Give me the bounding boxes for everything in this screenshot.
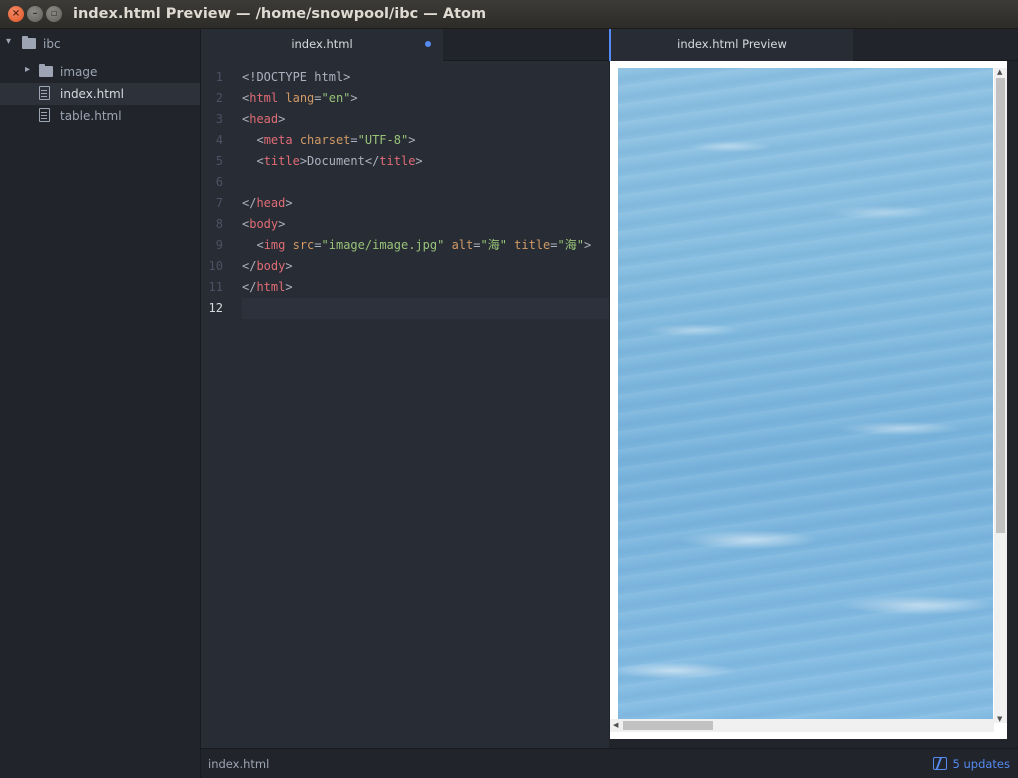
package-icon <box>932 757 947 770</box>
line-number: 12 <box>208 301 223 315</box>
horizontal-scrollbar[interactable]: ◀ <box>610 719 994 732</box>
code-line[interactable]: <html lang="en"> <box>242 88 609 109</box>
editor-tab-bar: index.html <box>201 29 609 61</box>
code-line[interactable] <box>242 298 609 319</box>
folder-icon <box>39 64 53 77</box>
line-number: 11 <box>208 280 223 294</box>
tree-item-table-html[interactable]: table.html <box>0 105 200 127</box>
editor-pane: index.html 1 2 3 4 5 6 7 8 9 10 11 12 <!DOCTYPE htm… <box>201 29 609 748</box>
scroll-up-arrow-icon[interactable]: ▲ <box>997 68 1002 76</box>
code-line[interactable]: <title>Document</title> <box>242 151 609 172</box>
window-title: index.html Preview — /home/snowpool/ibc … <box>73 6 487 22</box>
status-bar: index.html 5 updates <box>201 748 1018 778</box>
file-text-icon <box>39 86 50 100</box>
code-line[interactable]: <body> <box>242 214 609 235</box>
line-number: 3 <box>215 112 223 126</box>
vertical-scroll-thumb[interactable] <box>996 78 1005 533</box>
package-updates-button[interactable]: 5 updates <box>932 757 1010 771</box>
code-line[interactable] <box>242 172 609 193</box>
line-number: 8 <box>215 217 223 231</box>
tab-index-html-preview[interactable]: index.html Preview <box>609 29 853 61</box>
code-line[interactable]: <!DOCTYPE html> <box>242 67 609 88</box>
tree-item-label: image <box>60 65 98 79</box>
line-number: 1 <box>215 70 223 84</box>
preview-pane: index.html Preview ▲ ▼ ◀ <box>609 29 1018 748</box>
tab-label: index.html <box>291 37 353 51</box>
modified-dot-icon[interactable] <box>425 41 431 47</box>
line-number: 2 <box>215 91 223 105</box>
maximize-window-button[interactable]: ▫ <box>46 6 62 22</box>
code-line[interactable]: <head> <box>242 109 609 130</box>
tree-item-label: table.html <box>60 109 122 123</box>
status-file-path[interactable]: index.html <box>208 757 269 771</box>
scroll-left-arrow-icon[interactable]: ◀ <box>613 721 618 729</box>
line-number: 10 <box>208 259 223 273</box>
tab-index-html[interactable]: index.html <box>201 29 443 61</box>
code-line[interactable]: </head> <box>242 193 609 214</box>
preview-frame: ▲ ▼ ◀ <box>610 61 1007 739</box>
tree-root-ibc[interactable]: ▾ ibc <box>0 33 200 55</box>
tree-item-label: index.html <box>60 87 124 101</box>
chevron-down-icon: ▾ <box>6 36 12 47</box>
code-line[interactable]: </html> <box>242 277 609 298</box>
tree-item-index-html[interactable]: index.html <box>0 83 200 105</box>
line-number: 6 <box>215 175 223 189</box>
tab-label: index.html Preview <box>677 37 787 51</box>
scroll-down-arrow-icon[interactable]: ▼ <box>997 715 1002 723</box>
code-line[interactable]: <img src="image/image.jpg" alt="海" title… <box>242 235 609 256</box>
updates-label: 5 updates <box>952 757 1010 771</box>
title-bar: × – ▫ index.html Preview — /home/snowpoo… <box>0 0 1018 29</box>
line-number: 7 <box>215 196 223 210</box>
minimize-window-button[interactable]: – <box>27 6 43 22</box>
file-text-icon <box>39 108 50 122</box>
tree-root-label: ibc <box>43 37 61 51</box>
folder-icon <box>22 36 36 49</box>
close-window-button[interactable]: × <box>8 6 24 22</box>
horizontal-scroll-thumb[interactable] <box>623 721 713 730</box>
chevron-right-icon: ▸ <box>25 64 31 75</box>
tree-item-image[interactable]: ▸ image <box>0 61 200 83</box>
sea-image <box>618 68 993 723</box>
preview-tab-bar: index.html Preview <box>609 29 1018 61</box>
line-number: 4 <box>215 133 223 147</box>
tree-view: ▾ ibc ▸ image index.html table.html <box>0 29 201 778</box>
code-line[interactable]: </body> <box>242 256 609 277</box>
line-number: 5 <box>215 154 223 168</box>
vertical-scrollbar[interactable]: ▲ ▼ <box>994 68 1007 723</box>
code-line[interactable]: <meta charset="UTF-8"> <box>242 130 609 151</box>
line-number: 9 <box>215 238 223 252</box>
